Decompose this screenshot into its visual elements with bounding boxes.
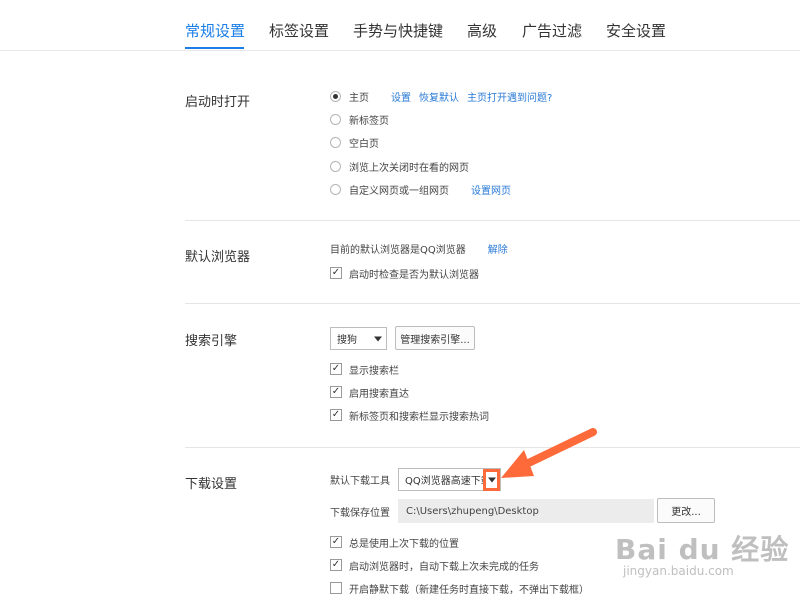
annotation-arrow-icon bbox=[501, 428, 597, 478]
watermark-logo: Bai du 经验 bbox=[615, 533, 790, 566]
watermark: Bai du 经验 jingyan.baidu.com bbox=[615, 528, 789, 578]
